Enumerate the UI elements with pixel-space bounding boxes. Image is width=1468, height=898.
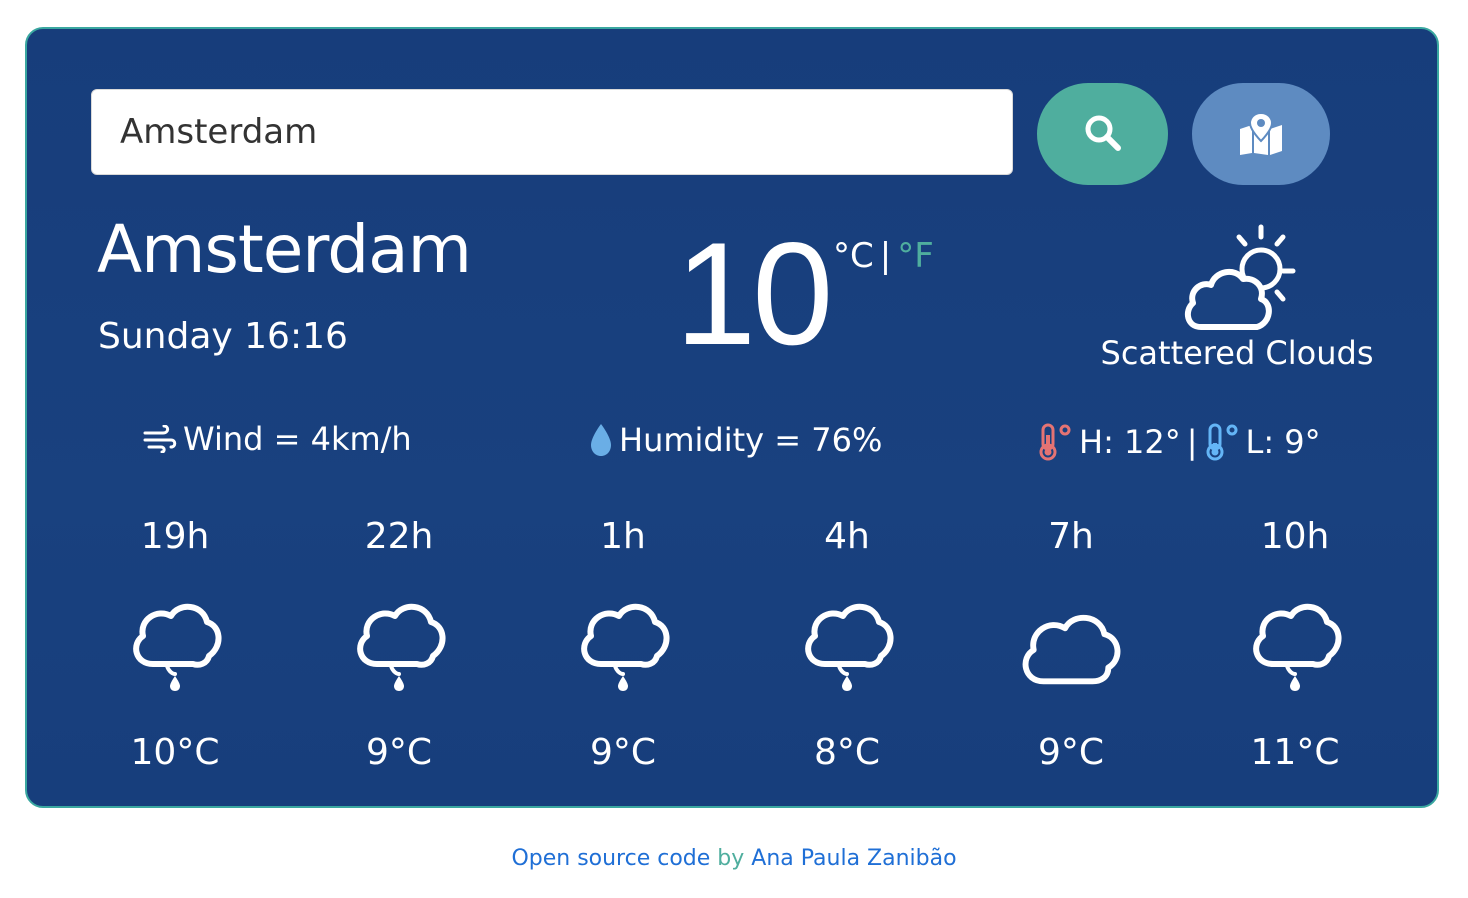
search-input[interactable] — [91, 89, 1013, 175]
forecast-hour: 1h — [600, 516, 646, 557]
wind-icon — [143, 425, 177, 453]
high-low-separator: | — [1186, 423, 1198, 461]
forecast-item: 19h 10°C — [63, 519, 287, 779]
celsius-link[interactable]: °C — [833, 239, 874, 273]
forecast-item: 1h 9°C — [511, 519, 735, 779]
condition-description: Scattered Clouds — [1100, 334, 1374, 372]
forecast-temp: 9°C — [589, 732, 657, 773]
high-low-stat: H: 12° | L: 9° — [1037, 423, 1321, 461]
footer-by: by — [717, 846, 745, 871]
forecast-item: 22h 9°C — [287, 519, 511, 779]
cloud-icon — [1016, 589, 1126, 699]
forecast-hour: 4h — [824, 516, 870, 557]
map-location-button[interactable] — [1192, 83, 1330, 185]
unit-toggle: °C | °F — [833, 239, 934, 273]
weather-card: Amsterdam Sunday 16:16 10 °C | °F Scatte… — [25, 27, 1439, 808]
forecast-temp: 10°C — [130, 732, 220, 773]
city-name: Amsterdam — [97, 211, 472, 288]
forecast-item: 7h 9°C — [959, 519, 1183, 779]
wind-value: Wind = 4km/h — [183, 420, 412, 458]
forecast-item: 4h 8°C — [735, 519, 959, 779]
source-code-link[interactable]: Open source code — [511, 846, 710, 871]
forecast-temp: 9°C — [1037, 732, 1105, 773]
unit-separator: | — [879, 236, 892, 276]
thermometer-high-icon — [1037, 423, 1073, 461]
humidity-value: Humidity = 76% — [619, 421, 883, 459]
forecast-temp: 9°C — [365, 732, 433, 773]
high-temp-value: H: 12° — [1079, 423, 1181, 461]
forecast-temp: 11°C — [1250, 732, 1340, 773]
fahrenheit-link[interactable]: °F — [897, 239, 934, 273]
forecast-hour: 22h — [364, 516, 434, 557]
drizzle-cloud-icon — [792, 589, 902, 699]
forecast-hour: 7h — [1048, 516, 1094, 557]
thermometer-low-icon — [1204, 423, 1240, 461]
forecast-temp: 8°C — [813, 732, 881, 773]
drizzle-cloud-icon — [120, 589, 230, 699]
hourly-forecast: 19h 10°C 22h 9°C 1h 9°C 4h 8°C 7h 9°C 10… — [63, 519, 1407, 779]
forecast-item: 10h 11°C — [1183, 519, 1407, 779]
humidity-stat: Humidity = 76% — [589, 423, 882, 457]
drizzle-cloud-icon — [1240, 589, 1350, 699]
forecast-hour: 19h — [140, 516, 210, 557]
map-icon — [1238, 111, 1284, 158]
author-link[interactable]: Ana Paula Zanibão — [751, 846, 956, 871]
drizzle-cloud-icon — [344, 589, 454, 699]
search-icon — [1083, 113, 1123, 156]
forecast-hour: 10h — [1260, 516, 1330, 557]
search-button[interactable] — [1037, 83, 1168, 185]
wind-stat: Wind = 4km/h — [143, 423, 412, 455]
water-drop-icon — [589, 423, 613, 457]
footer: Open source code by Ana Paula Zanibão — [0, 848, 1468, 870]
drizzle-cloud-icon — [568, 589, 678, 699]
current-temperature: 10 — [675, 212, 833, 375]
partly-cloudy-icon — [1179, 223, 1297, 335]
low-temp-value: L: 9° — [1245, 423, 1321, 461]
date-time: Sunday 16:16 — [98, 316, 348, 357]
